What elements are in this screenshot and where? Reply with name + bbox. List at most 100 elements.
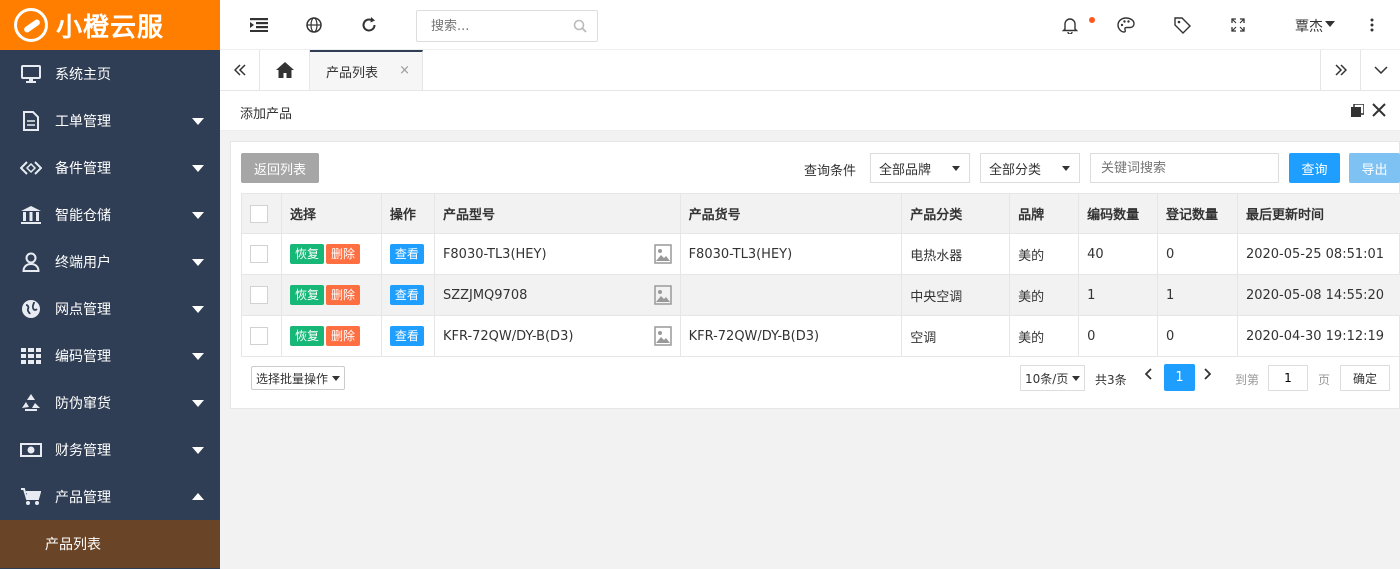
- column-header: 产品型号: [433, 193, 681, 234]
- restore-button[interactable]: 恢复: [289, 244, 324, 264]
- sidebar-item-label: 防伪窜货: [55, 395, 111, 412]
- sidebar-item-label: 财务管理: [55, 442, 111, 459]
- tab-product-list[interactable]: 产品列表 ×: [310, 50, 423, 90]
- close-icon[interactable]: ×: [399, 63, 410, 78]
- row-checkbox[interactable]: [250, 245, 268, 263]
- tabs-scroll-left-button[interactable]: [220, 50, 260, 90]
- restore-button[interactable]: 恢复: [289, 285, 324, 305]
- select-all-checkbox[interactable]: [250, 204, 268, 223]
- menu-toggle-icon[interactable]: [248, 14, 270, 36]
- delete-button[interactable]: 删除: [325, 285, 360, 305]
- image-icon[interactable]: [653, 244, 672, 268]
- double-chevron-right-icon: [1334, 64, 1347, 76]
- logo[interactable]: 小橙云服: [0, 0, 220, 50]
- brand-select[interactable]: 全部品牌: [870, 153, 970, 183]
- sidebar-item-workorder[interactable]: 工单管理: [0, 97, 220, 144]
- current-page-button[interactable]: 1: [1164, 364, 1195, 391]
- batch-action-select[interactable]: 选择批量操作: [251, 366, 346, 390]
- sidebar-item-products[interactable]: 产品管理: [0, 473, 220, 520]
- row-checkbox[interactable]: [250, 327, 268, 345]
- view-button[interactable]: 查看: [389, 244, 424, 264]
- keyword-search-input[interactable]: [1090, 153, 1279, 183]
- chevron-down-icon: [192, 258, 204, 266]
- goto-confirm-button[interactable]: 确定: [1340, 365, 1390, 391]
- view-button[interactable]: 查看: [389, 326, 424, 346]
- chevron-down-icon[interactable]: [1325, 21, 1335, 27]
- home-icon: [275, 62, 294, 78]
- prev-page-icon[interactable]: [1144, 368, 1153, 384]
- row-checkbox[interactable]: [250, 286, 268, 304]
- sidebar-item-endusers[interactable]: 终端用户: [0, 238, 220, 285]
- user-name[interactable]: 覃杰: [1295, 16, 1323, 36]
- tabs-menu-button[interactable]: [1360, 50, 1400, 90]
- sidebar-item-parts[interactable]: 备件管理: [0, 144, 220, 191]
- chevron-down-icon: [332, 375, 341, 381]
- money-icon: [20, 439, 42, 461]
- sidebar-item-label: 智能仓储: [55, 207, 111, 224]
- query-button[interactable]: 查询: [1289, 153, 1340, 183]
- tab-home[interactable]: [260, 50, 310, 90]
- row-checkbox-cell: [241, 274, 282, 316]
- brand-select-value: 全部品牌: [879, 162, 932, 178]
- chevron-down-icon: [192, 352, 204, 360]
- sidebar-item-label: 备件管理: [55, 160, 111, 177]
- reg-qty-cell: 0: [1157, 233, 1238, 275]
- sidebar-subitem-product-list[interactable]: 产品列表: [0, 520, 220, 568]
- code-qty-cell: 0: [1078, 315, 1159, 357]
- delete-button[interactable]: 删除: [325, 244, 360, 264]
- grid-icon: [20, 345, 42, 367]
- tab-label: 产品列表: [326, 65, 379, 81]
- bell-icon[interactable]: [1059, 14, 1081, 36]
- row-checkbox-cell: [241, 233, 282, 275]
- column-header: 最后更新时间: [1236, 193, 1400, 234]
- model-value: SZZJMQ9708: [442, 287, 528, 303]
- sidebar-item-label: 系统主页: [55, 66, 111, 83]
- reg-qty-cell: 1: [1157, 274, 1238, 316]
- table-header-row: 选择 操作 产品型号 产品货号 产品分类 品牌 编码数量 登记数量 最后更新时间: [241, 193, 1400, 234]
- document-icon: [20, 110, 42, 132]
- category-select[interactable]: 全部分类: [980, 153, 1080, 183]
- goto-label: 到第: [1235, 373, 1260, 387]
- export-button[interactable]: 导出: [1349, 153, 1400, 183]
- delete-button[interactable]: 删除: [325, 326, 360, 346]
- view-button[interactable]: 查看: [389, 285, 424, 305]
- select-cell: 恢复 删除: [280, 315, 382, 357]
- sidebar-item-finance[interactable]: 财务管理: [0, 426, 220, 473]
- column-header: 操作: [380, 193, 435, 234]
- recycle-icon: [20, 392, 42, 414]
- fullscreen-icon[interactable]: [1227, 14, 1249, 36]
- sidebar-item-outlets[interactable]: 网点管理: [0, 285, 220, 332]
- refresh-icon[interactable]: [358, 14, 380, 36]
- chevron-up-icon: [192, 492, 204, 500]
- chevron-down-icon: [192, 164, 204, 172]
- image-icon[interactable]: [653, 326, 672, 350]
- goto-page-input[interactable]: [1268, 365, 1308, 391]
- page-size-value: 10条/页: [1025, 371, 1069, 386]
- image-icon[interactable]: [653, 285, 672, 309]
- updated-cell: 2020-05-25 08:51:01: [1236, 233, 1400, 275]
- search-icon[interactable]: [573, 19, 587, 37]
- sidebar-item-codes[interactable]: 编码管理: [0, 332, 220, 379]
- notification-dot: [1089, 17, 1095, 23]
- next-page-icon[interactable]: [1203, 368, 1212, 384]
- restore-window-icon[interactable]: [1351, 103, 1365, 121]
- page-size-select[interactable]: 10条/页: [1020, 365, 1086, 391]
- product-list-card: 返回列表 查询条件 全部品牌 全部分类 查询 导出 选择 操作 产品型号 产品货…: [230, 141, 1400, 409]
- sidebar-item-anticounterfeit[interactable]: 防伪窜货: [0, 379, 220, 426]
- sidebar-item-warehouse[interactable]: 智能仓储: [0, 191, 220, 238]
- restore-button[interactable]: 恢复: [289, 326, 324, 346]
- theme-palette-icon[interactable]: [1115, 14, 1137, 36]
- panel-header: 添加产品: [220, 91, 1400, 131]
- tag-icon[interactable]: [1171, 14, 1193, 36]
- sidebar-item-home[interactable]: 系统主页: [0, 50, 220, 97]
- chevron-down-icon: [1062, 166, 1070, 171]
- close-icon[interactable]: [1372, 103, 1386, 121]
- back-to-list-button[interactable]: 返回列表: [241, 153, 319, 183]
- website-icon[interactable]: [303, 14, 325, 36]
- action-cell: 查看: [380, 315, 435, 357]
- warehouse-icon: [20, 204, 42, 226]
- tabs-scroll-right-button[interactable]: [1320, 50, 1360, 90]
- more-vertical-icon[interactable]: [1361, 14, 1383, 36]
- search-input[interactable]: [417, 11, 567, 41]
- category-select-value: 全部分类: [989, 162, 1042, 178]
